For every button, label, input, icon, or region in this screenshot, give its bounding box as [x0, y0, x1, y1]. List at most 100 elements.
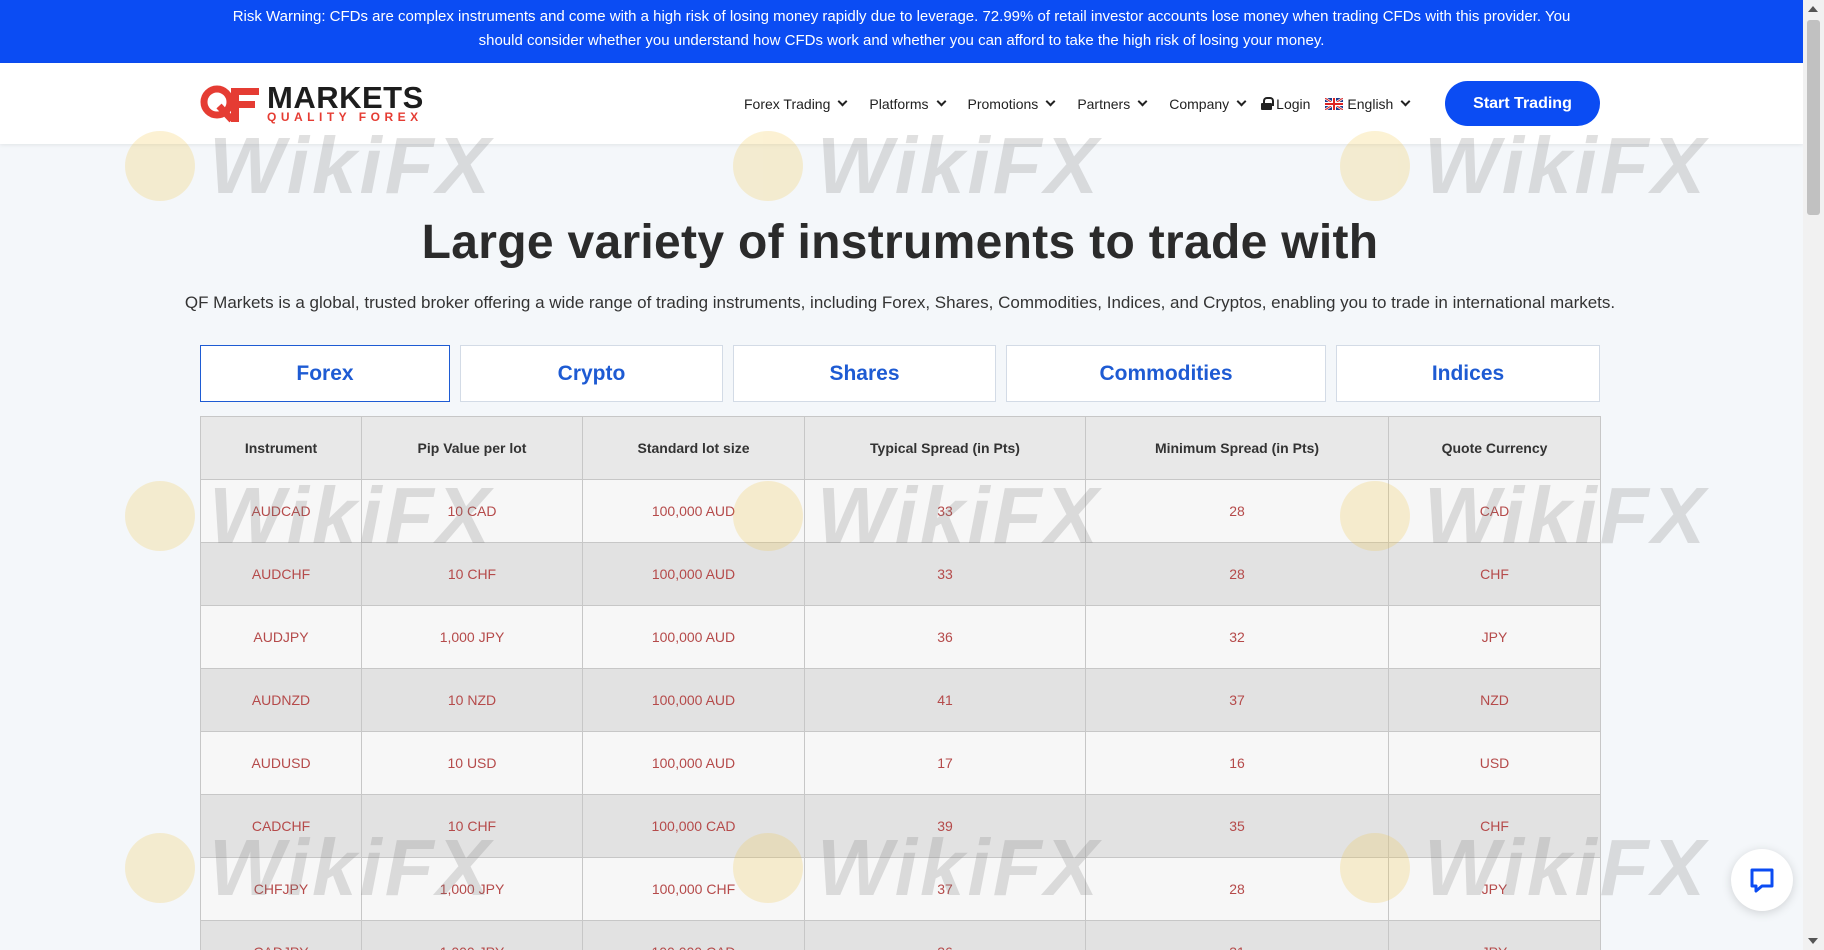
table-cell: 1,000 JPY — [361, 920, 583, 950]
table-cell: 33 — [804, 542, 1086, 606]
table-row: CHFJPY 1,000 JPY 100,000 CHF 37 28 JPY — [200, 857, 1601, 921]
nav-partners[interactable]: Partners — [1077, 95, 1148, 112]
table-row: AUDCHF 10 CHF 100,000 AUD 33 28 CHF — [200, 542, 1601, 606]
table-cell: AUDJPY — [200, 605, 362, 669]
nav-platforms[interactable]: Platforms — [869, 96, 946, 112]
language-selector[interactable]: English — [1325, 95, 1411, 112]
chat-widget-button[interactable] — [1731, 849, 1793, 911]
chat-bubble-icon — [1750, 868, 1774, 893]
tab-forex[interactable]: Forex — [200, 345, 450, 402]
table-cell: 10 CHF — [361, 542, 583, 606]
table-cell: 36 — [804, 920, 1086, 950]
table-cell: AUDUSD — [200, 731, 362, 795]
nav-label: Promotions — [967, 95, 1039, 112]
table-cell: JPY — [1388, 857, 1601, 921]
chevron-down-icon — [1236, 96, 1247, 107]
table-cell: 1,000 JPY — [361, 605, 583, 669]
column-header[interactable]: Quote Currency — [1388, 416, 1601, 480]
table-cell: 1,000 JPY — [361, 857, 583, 921]
risk-warning-banner: Risk Warning: CFDs are complex instrumen… — [0, 0, 1803, 63]
tab-crypto[interactable]: Crypto — [460, 345, 723, 402]
table-cell: AUDCAD — [200, 479, 362, 543]
nav-label: Partners — [1077, 95, 1131, 112]
scroll-up-arrow-icon[interactable] — [1808, 6, 1818, 12]
table-cell: CHFJPY — [200, 857, 362, 921]
chevron-down-icon — [837, 96, 848, 107]
table-cell: 100,000 AUD — [582, 542, 805, 606]
lock-icon — [1261, 97, 1275, 110]
table-cell: 35 — [1085, 794, 1389, 858]
table-cell: 16 — [1085, 731, 1389, 795]
table-cell: 10 USD — [361, 731, 583, 795]
page-scrollbar[interactable] — [1803, 0, 1824, 950]
table-cell: USD — [1388, 731, 1601, 795]
chevron-down-icon — [936, 96, 946, 107]
table-cell: 28 — [1085, 479, 1389, 543]
logo-main-text: MARKETS — [267, 80, 424, 115]
table-cell: 100,000 AUD — [582, 668, 805, 732]
column-header[interactable]: Standard lot size — [582, 416, 805, 480]
table-cell: 32 — [1085, 605, 1389, 669]
login-link[interactable]: Login — [1261, 96, 1310, 112]
wikifx-logo-icon — [125, 833, 195, 903]
logo[interactable]: MARKETS QUALITY FOREX — [199, 80, 424, 125]
table-row: AUDCAD 10 CAD 100,000 AUD 33 28 CAD — [200, 479, 1601, 543]
start-trading-button[interactable]: Start Trading — [1445, 81, 1600, 126]
table-cell: 28 — [1085, 542, 1389, 606]
wikifx-logo-icon — [125, 481, 195, 551]
nav-company[interactable]: Company — [1169, 95, 1247, 112]
table-cell: AUDCHF — [200, 542, 362, 606]
table-cell: 100,000 CAD — [582, 794, 805, 858]
table-cell: AUDNZD — [200, 668, 362, 732]
chevron-down-icon — [1045, 96, 1056, 107]
table-row: CADCHF 10 CHF 100,000 CAD 39 35 CHF — [200, 794, 1601, 858]
table-row: CADJPY 1,000 JPY 100,000 CAD 36 31 JPY — [200, 920, 1601, 950]
table-cell: 10 CAD — [361, 479, 583, 543]
table-cell: CADCHF — [200, 794, 362, 858]
page-subtitle: QF Markets is a global, trusted broker o… — [184, 293, 1616, 312]
column-header[interactable]: Pip Value per lot — [361, 416, 583, 480]
chevron-down-icon — [1137, 96, 1148, 107]
table-cell: 37 — [804, 857, 1086, 921]
page-title: Large variety of instruments to trade wi… — [421, 216, 1379, 269]
table-cell: 10 CHF — [361, 794, 583, 858]
table-cell: JPY — [1388, 920, 1601, 950]
tab-shares[interactable]: Shares — [733, 345, 996, 402]
language-label: English — [1347, 95, 1394, 112]
nav-forex-trading[interactable]: Forex Trading — [744, 95, 848, 112]
main-nav: Forex Trading Platforms Promotions Partn… — [744, 63, 1432, 144]
column-header[interactable]: Minimum Spread (in Pts) — [1085, 416, 1389, 480]
table-cell: 28 — [1085, 857, 1389, 921]
column-header[interactable]: Typical Spread (in Pts) — [804, 416, 1086, 480]
login-label: Login — [1276, 95, 1311, 112]
table-cell: 31 — [1085, 920, 1389, 950]
instrument-table: Instrument Pip Value per lot Standard lo… — [200, 416, 1601, 950]
tab-commodities[interactable]: Commodities — [1006, 345, 1326, 402]
instrument-tabs: Forex Crypto Shares Commodities Indices — [200, 345, 1600, 402]
scrollbar-thumb[interactable] — [1807, 20, 1820, 215]
table-cell: NZD — [1388, 668, 1601, 732]
nav-label: Company — [1169, 95, 1230, 112]
table-row: AUDNZD 10 NZD 100,000 AUD 41 37 NZD — [200, 668, 1601, 732]
table-cell: 100,000 AUD — [582, 731, 805, 795]
nav-promotions[interactable]: Promotions — [967, 95, 1056, 112]
table-cell: CHF — [1388, 542, 1601, 606]
table-cell: 100,000 CAD — [582, 920, 805, 950]
table-cell: CHF — [1388, 794, 1601, 858]
table-cell: CADJPY — [200, 920, 362, 950]
table-cell: JPY — [1388, 605, 1601, 669]
column-header[interactable]: Instrument — [200, 416, 362, 480]
table-row: AUDJPY 1,000 JPY 100,000 AUD 36 32 JPY — [200, 605, 1601, 669]
scroll-down-arrow-icon[interactable] — [1808, 938, 1818, 944]
table-cell: 33 — [804, 479, 1086, 543]
risk-warning-text: Risk Warning: CFDs are complex instrumen… — [232, 8, 1571, 49]
table-cell: 41 — [804, 668, 1086, 732]
logo-sub-text: QUALITY FOREX — [267, 110, 423, 124]
nav-label: Forex Trading — [744, 95, 831, 112]
site-header: MARKETS QUALITY FOREX Forex Trading Plat… — [0, 63, 1803, 144]
table-cell: 100,000 CHF — [582, 857, 805, 921]
tab-indices[interactable]: Indices — [1336, 345, 1600, 402]
table-cell: 10 NZD — [361, 668, 583, 732]
table-cell: 39 — [804, 794, 1086, 858]
table-row: AUDUSD 10 USD 100,000 AUD 17 16 USD — [200, 731, 1601, 795]
